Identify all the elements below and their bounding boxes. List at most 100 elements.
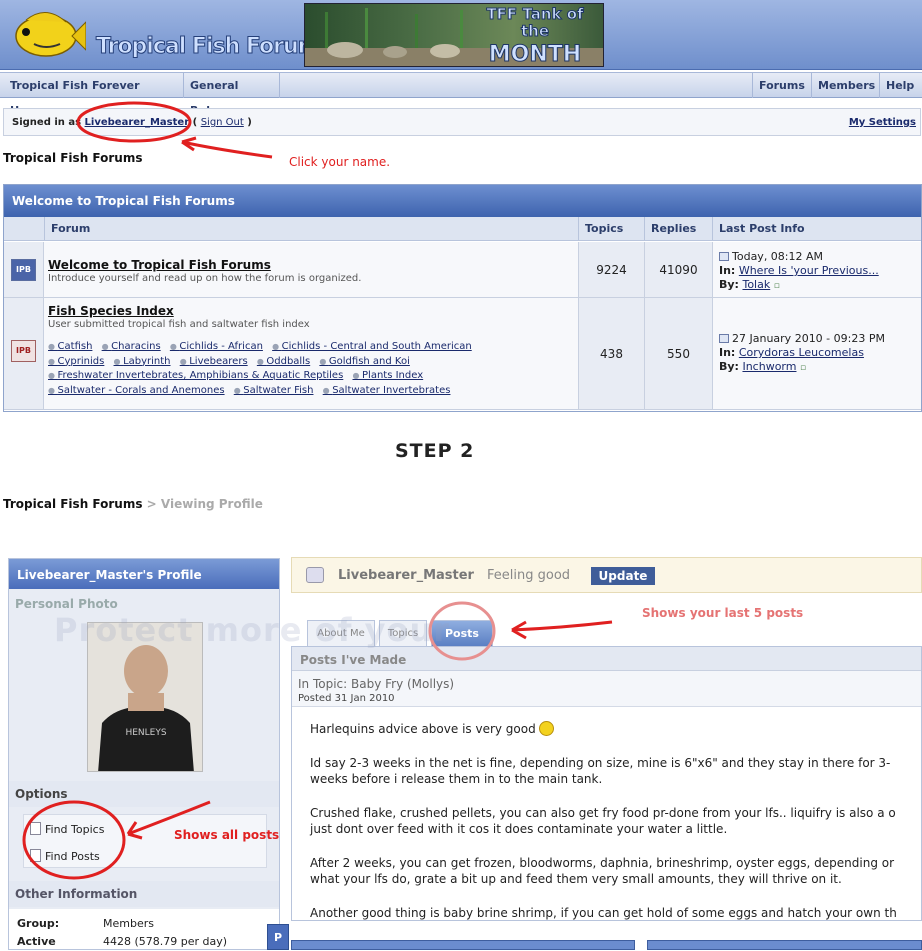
last-post-icon[interactable] — [719, 334, 729, 343]
last-post-info: Today, 08:12 AM In: Where Is 'your Previ… — [712, 242, 921, 297]
main-nav-bar: Tropical Fish Forever Home General Rules… — [0, 72, 922, 117]
all-posts-note: Shows all posts — [174, 828, 280, 842]
subforum-link[interactable]: Livebearers — [180, 356, 248, 367]
col-last-post: Last Post Info — [712, 217, 921, 241]
tank-of-the-month-banner[interactable]: TFF Tank of the MONTH — [304, 3, 604, 67]
nav-item-home[interactable]: Tropical Fish Forever Home — [4, 73, 184, 117]
find-posts-label: Find Posts — [45, 850, 100, 863]
profile-card-icon[interactable]: ▫ — [774, 281, 780, 291]
step-2-heading: STEP 2 — [395, 440, 475, 462]
last-post-date: 27 January 2010 - 09:23 PM — [732, 332, 885, 345]
last-poster-link[interactable]: Inchworm — [742, 360, 796, 373]
breadcrumb-current: Viewing Profile — [160, 497, 263, 511]
subforum-link[interactable]: Oddballs — [257, 356, 310, 367]
smiley-icon — [538, 721, 554, 736]
nav-item-help[interactable]: Help — [880, 73, 922, 98]
post-paragraph: After 2 weeks, you can get frozen, blood… — [310, 856, 895, 870]
replies-count: 41090 — [644, 242, 712, 297]
posts-panel: Posts I've Made In Topic: Baby Fry (Moll… — [291, 646, 922, 921]
last-post-topic-link[interactable]: Where Is 'your Previous... — [739, 264, 879, 277]
column-header-row: Forum Topics Replies Last Post Info — [4, 217, 921, 241]
subforum-link[interactable]: Saltwater - Corals and Anemones — [48, 385, 225, 396]
status-update-bar: Livebearer_Master Feeling good Update — [291, 557, 922, 593]
my-settings-link[interactable]: My Settings — [849, 117, 916, 128]
bottom-panel-header — [291, 940, 635, 950]
last-post-date: Today, 08:12 AM — [732, 250, 824, 263]
forum-status-icon: IPB — [11, 340, 36, 362]
site-logo-text[interactable]: Tropical Fish Forums — [96, 34, 334, 60]
col-topics: Topics — [578, 217, 644, 241]
signed-in-status: Signed in as Livebearer_Master ( Sign Ou… — [12, 117, 252, 128]
subforum-link[interactable]: Goldfish and Koi — [319, 356, 410, 367]
subforum-link[interactable]: Saltwater Invertebrates — [323, 385, 451, 396]
table-row: IPB Fish Species Index User submitted tr… — [4, 298, 921, 410]
name-arrow-annotation — [181, 136, 273, 159]
paren-close: ) — [247, 117, 252, 128]
click-name-note: Click your name. — [289, 155, 391, 169]
find-posts-link[interactable]: Find Posts — [30, 849, 100, 863]
post-body: Harlequins advice above is very good Id … — [310, 721, 921, 920]
sign-out-link[interactable]: Sign Out — [201, 117, 244, 128]
signed-in-prefix: Signed in as — [12, 117, 82, 128]
last-post-icon[interactable] — [719, 252, 729, 261]
info-label-active: Active — [17, 935, 56, 948]
category-header[interactable]: Welcome to Tropical Fish Forums — [4, 185, 921, 217]
other-info-label: Other Information — [9, 881, 279, 907]
last-poster-link[interactable]: Tolak — [742, 278, 770, 291]
breadcrumb-step2: Tropical Fish Forums > Viewing Profile — [3, 497, 263, 511]
document-icon — [30, 822, 41, 835]
svg-text:HENLEYS: HENLEYS — [125, 728, 166, 738]
row-main-cell: Welcome to Tropical Fish Forums Introduc… — [44, 242, 578, 297]
forum-status-icon: IPB — [11, 259, 36, 281]
forum-title-link[interactable]: Fish Species Index — [48, 304, 574, 318]
subforum-link[interactable]: Cichlids - Central and South American — [272, 341, 472, 352]
find-topics-label: Find Topics — [45, 823, 105, 836]
subforum-link[interactable]: Plants Index — [352, 370, 423, 381]
last-post-topic-link[interactable]: Corydoras Leucomelas — [739, 346, 864, 359]
status-username: Livebearer_Master — [338, 568, 474, 583]
topics-count: 438 — [578, 298, 644, 409]
post-paragraph: what your lfs do, grate a bit up and fee… — [310, 872, 842, 886]
breadcrumb-step1[interactable]: Tropical Fish Forums — [3, 151, 142, 165]
in-label: In: — [719, 264, 736, 277]
forum-description: User submitted tropical fish and saltwat… — [48, 319, 310, 330]
nav-item-members[interactable]: Members — [812, 73, 880, 98]
last-posts-note: Shows your last 5 posts — [642, 606, 804, 620]
find-topics-link[interactable]: Find Topics — [30, 822, 104, 836]
row-icon-cell: IPB — [4, 242, 44, 297]
forum-title-link[interactable]: Welcome to Tropical Fish Forums — [48, 258, 574, 272]
in-label: In: — [719, 346, 736, 359]
subforum-link[interactable]: Characins — [102, 341, 161, 352]
post-paragraph: weeks before i release them in to the ma… — [310, 772, 603, 786]
subforum-link[interactable]: Labyrinth — [114, 356, 171, 367]
post-topic-link[interactable]: In Topic: Baby Fry (Mollys) — [298, 677, 454, 691]
status-user-icon — [306, 567, 324, 583]
nav-item-forums[interactable]: Forums — [752, 73, 812, 98]
fish-logo-icon[interactable] — [6, 4, 86, 66]
watermark-text: Protect more of your — [54, 611, 451, 649]
profile-card-icon[interactable]: ▫ — [800, 363, 806, 373]
collapsed-panel-tab[interactable]: P — [267, 924, 289, 950]
post-paragraph: Another good thing is baby brine shrimp,… — [310, 906, 897, 920]
by-label: By: — [719, 278, 739, 291]
last-post-info: 27 January 2010 - 09:23 PM In: Corydoras… — [712, 298, 921, 409]
update-status-button[interactable]: Update — [591, 567, 655, 585]
subforum-link[interactable]: Cichlids - African — [170, 341, 263, 352]
subforum-link[interactable]: Cyprinids — [48, 356, 104, 367]
profile-header: Livebearer_Master's Profile — [9, 559, 279, 589]
username-link[interactable]: Livebearer_Master — [85, 117, 190, 128]
paren-open: ( — [192, 117, 198, 128]
nav-item-general-rules[interactable]: General Rules — [184, 73, 280, 117]
table-row: IPB Welcome to Tropical Fish Forums Intr… — [4, 242, 921, 298]
breadcrumb-root-link[interactable]: Tropical Fish Forums — [3, 497, 142, 511]
status-text: Feeling good — [487, 568, 571, 583]
row-icon-cell: IPB — [4, 298, 44, 409]
subforum-link[interactable]: Catfish — [48, 341, 92, 352]
col-replies: Replies — [644, 217, 712, 241]
subforum-link[interactable]: Freshwater Invertebrates, Amphibians & A… — [48, 370, 343, 381]
posts-panel-header: Posts I've Made — [292, 647, 921, 671]
forum-category-box: Welcome to Tropical Fish Forums Forum To… — [3, 184, 922, 412]
post-paragraph: Harlequins advice above is very good — [310, 722, 536, 736]
subforum-link[interactable]: Saltwater Fish — [234, 385, 314, 396]
post-paragraph: Id say 2-3 weeks in the net is fine, dep… — [310, 756, 891, 770]
